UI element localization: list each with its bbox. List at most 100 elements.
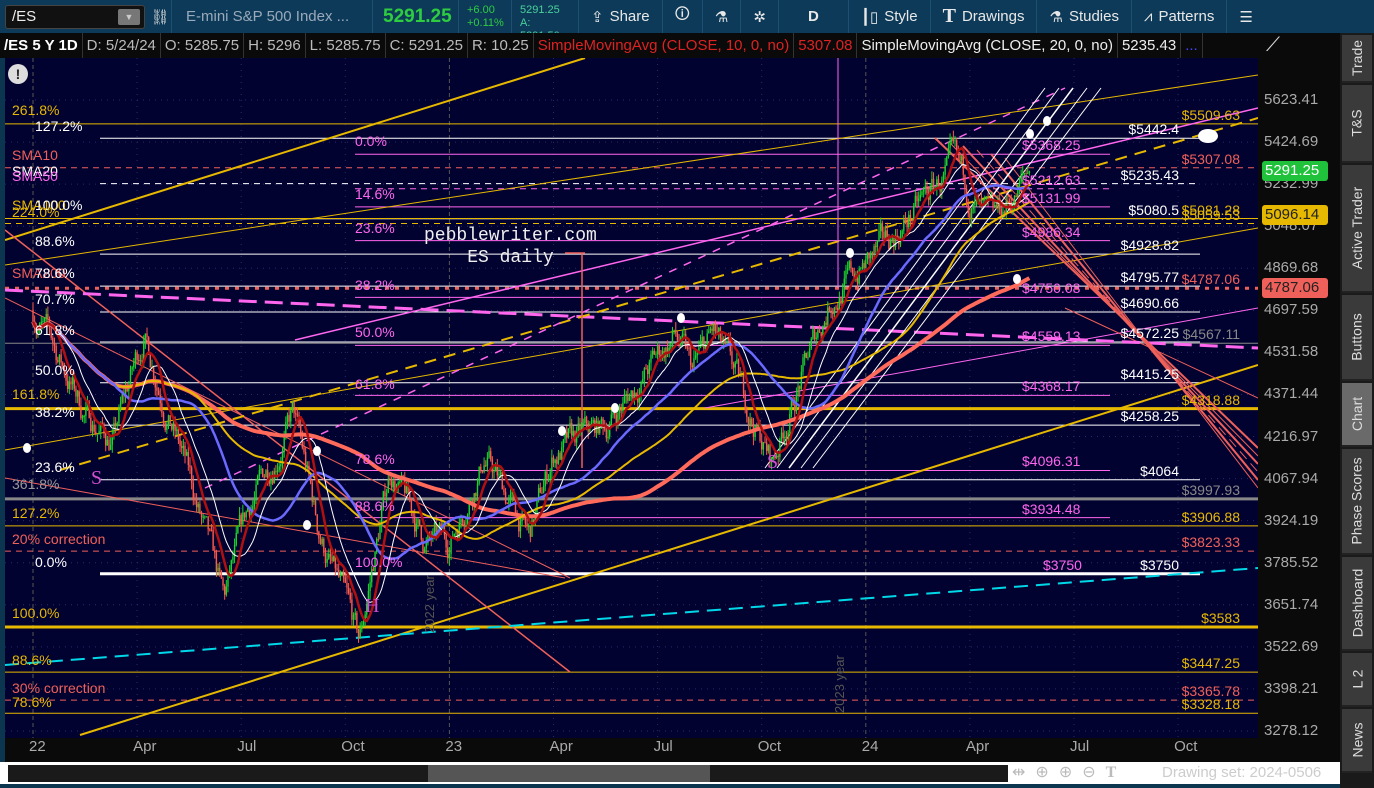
- candle-body: [612, 412, 614, 415]
- candle-body: [704, 344, 707, 349]
- candle-body: [43, 318, 46, 322]
- candle-body: [58, 354, 61, 362]
- fib-label: 0.0%: [35, 554, 67, 570]
- link-icon[interactable]: ⛓: [149, 8, 171, 26]
- candle-body: [212, 530, 214, 551]
- style-label: Style: [884, 8, 918, 25]
- candle-body: [319, 538, 322, 544]
- trend-line: [79, 364, 1258, 736]
- chart-style-icon[interactable]: ⟋: [1262, 33, 1284, 58]
- price-badge: 5291.25: [1262, 161, 1328, 182]
- candle-body: [727, 338, 730, 340]
- settings-button[interactable]: ✲: [740, 0, 778, 33]
- sidebar-tab-phase-scores[interactable]: Phase Scores: [1342, 449, 1372, 555]
- channel-line: [764, 87, 1046, 469]
- sidebar-tab-chart[interactable]: Chart: [1342, 383, 1372, 447]
- sidebar-tab-news[interactable]: News: [1342, 709, 1372, 773]
- candle-body: [463, 522, 465, 527]
- candle-body: [600, 418, 603, 422]
- sidebar-tab-t-s[interactable]: T&S: [1342, 85, 1372, 163]
- fib-label: 78.6%: [355, 451, 395, 467]
- candle-body: [448, 553, 451, 559]
- horizontal-scrollbar[interactable]: [8, 765, 1008, 782]
- candle-body: [195, 500, 198, 508]
- time-axis[interactable]: 22 Apr Jul Oct 23 Apr Jul Oct 24 Apr Jul Oct: [5, 738, 1340, 762]
- sidebar-tab-trade[interactable]: Trade: [1342, 35, 1372, 83]
- period-button[interactable]: D: [777, 0, 848, 33]
- more-studies[interactable]: ...: [1181, 33, 1203, 58]
- candle-body: [78, 390, 80, 406]
- scrollbar-thumb[interactable]: [428, 765, 710, 782]
- alert-icon[interactable]: !: [8, 64, 28, 84]
- sma20-study[interactable]: SimpleMovingAvg (CLOSE, 20, 0, no): [857, 33, 1118, 58]
- info-button[interactable]: 🛈: [661, 0, 702, 33]
- candle-body: [149, 354, 152, 368]
- drawings-button[interactable]: T Drawings: [929, 0, 1037, 33]
- sidebar-tab-l-2[interactable]: L 2: [1342, 653, 1372, 707]
- fib-label: 78.6%: [35, 265, 75, 281]
- bar-date: D: 5/24/24: [83, 33, 161, 58]
- price-level-label: $4258.25: [1120, 408, 1179, 425]
- candle-body: [387, 478, 389, 494]
- sma10-value: 5307.08: [794, 33, 858, 58]
- studies-button[interactable]: ⚗ Studies: [1036, 0, 1131, 33]
- price-chart[interactable]: $5509.63 $5442.4 $5368.25 $5307.08 $5235.43 $…: [5, 58, 1258, 738]
- candle-body: [71, 377, 74, 385]
- candle-body: [329, 554, 332, 557]
- candle-body: [496, 466, 499, 476]
- fib-label: 161.8%: [12, 386, 60, 402]
- price-level-label: $4986.34: [1022, 223, 1081, 240]
- expand-icon[interactable]: ⇹: [1012, 762, 1025, 784]
- candle-body: [141, 360, 143, 363]
- candle-body: [764, 442, 766, 444]
- candle-body: [369, 582, 371, 591]
- price-level-label: $4559.13: [1022, 328, 1081, 345]
- sidebar-tab-label: Dashboard: [1349, 568, 1365, 638]
- text-icon[interactable]: T: [1106, 762, 1117, 784]
- candle-body: [255, 484, 257, 500]
- candle-body: [995, 205, 998, 209]
- price-level-label: $4096.31: [1022, 453, 1081, 470]
- candle-body: [622, 402, 624, 412]
- fib-label: 38.2%: [35, 404, 75, 420]
- style-button[interactable]: ┃▯ Style: [847, 0, 930, 33]
- sidebar-tab-active-trader[interactable]: Active Trader: [1342, 165, 1372, 293]
- share-button[interactable]: ⇪ Share: [578, 0, 662, 33]
- price-level-label: $3906.88: [1181, 508, 1240, 525]
- drawing-set-label[interactable]: Drawing set: 2024-0506: [1162, 762, 1321, 784]
- candle-body: [866, 252, 869, 260]
- sma10-study[interactable]: SimpleMovingAvg (CLOSE, 10, 0, no): [534, 33, 795, 58]
- price-axis[interactable]: 5623.41 5424.69 5232.99 5048.07 4869.68 4697.…: [1258, 58, 1340, 739]
- candle-body: [946, 156, 948, 166]
- candle-body: [161, 403, 163, 413]
- candle-body: [549, 471, 551, 479]
- candle-body: [303, 447, 305, 452]
- fib-label: 127.2%: [35, 118, 83, 134]
- sidebar-tab-buttons[interactable]: Buttons: [1342, 295, 1372, 381]
- flask-button[interactable]: ⚗: [701, 0, 740, 33]
- fib-label: 361.8%: [12, 476, 60, 492]
- candle-body: [352, 614, 355, 620]
- menu-button[interactable]: ☰: [1226, 0, 1264, 33]
- symbol-selector[interactable]: /ES ▼: [5, 4, 145, 29]
- candle-body: [185, 452, 188, 456]
- fib-label: 61.8%: [35, 322, 75, 338]
- chevron-down-icon[interactable]: ▼: [118, 8, 140, 25]
- crosshair-icon[interactable]: ⊕: [1035, 762, 1048, 784]
- candle-body: [342, 573, 345, 578]
- candle-body: [604, 428, 606, 430]
- candle-body: [917, 198, 920, 202]
- zoom-in-icon[interactable]: ⊕: [1059, 762, 1072, 784]
- marker-dot: [303, 520, 311, 530]
- candle-body: [420, 525, 423, 540]
- zoom-out-icon[interactable]: ⊖: [1082, 762, 1095, 784]
- candle-body: [205, 516, 208, 518]
- candle-body: [245, 511, 247, 518]
- candle-body: [970, 209, 973, 220]
- candle-body: [306, 465, 308, 468]
- fib-label: 88.6%: [35, 233, 75, 249]
- candle-body: [908, 214, 910, 228]
- sma20-value: 5235.43: [1118, 33, 1182, 58]
- patterns-button[interactable]: ⩘ Patterns: [1130, 0, 1226, 33]
- sidebar-tab-dashboard[interactable]: Dashboard: [1342, 557, 1372, 651]
